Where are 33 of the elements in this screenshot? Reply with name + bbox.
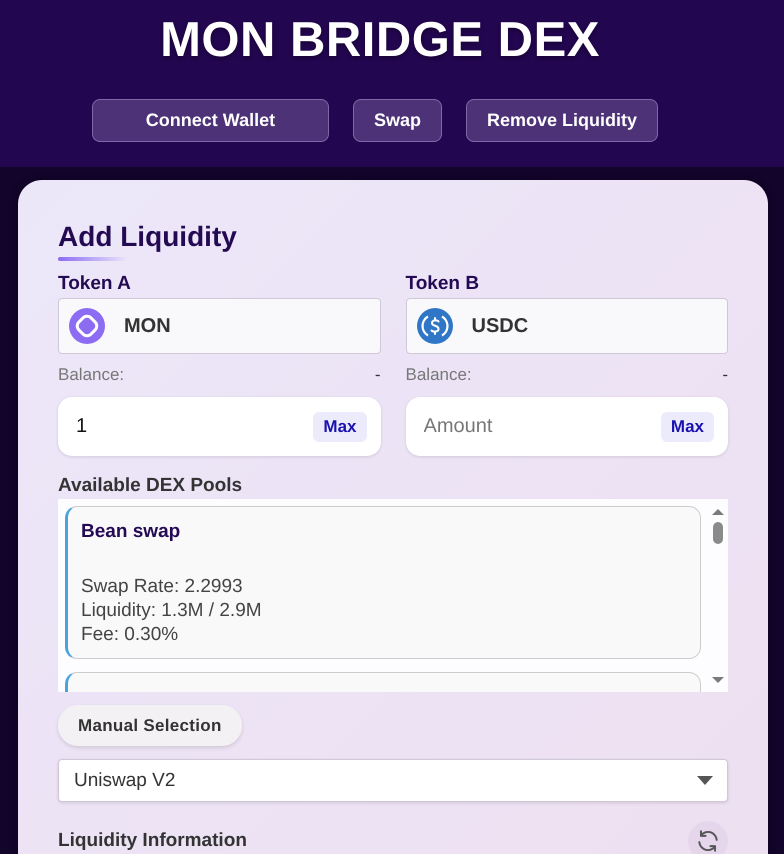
pool-name: Bean swap <box>81 521 182 543</box>
balance-value: - <box>722 365 728 385</box>
dollar-coin-icon <box>416 308 452 344</box>
pool-detail: Liquidity: 1.3M / 2.9M <box>81 599 263 623</box>
token-symbol: USDC <box>472 314 528 338</box>
balance-label: Balance: <box>406 365 472 385</box>
token-select[interactable]: USDC <box>406 298 728 354</box>
token-logo-icon <box>69 308 105 344</box>
pool-detail: Swap Rate: 2.2993 <box>81 575 244 599</box>
title-underline <box>58 257 128 261</box>
amount-field[interactable]: 1 Max <box>58 397 380 456</box>
refresh-button[interactable] <box>688 821 728 854</box>
nav-button[interactable]: Swap <box>352 99 442 142</box>
pool-card[interactable]: Bean swap Swap Rate: 2.2993 Liquidity: 1.3M / 2.9M Fee: 0.30% <box>65 506 701 659</box>
token-label: Token A <box>58 273 132 295</box>
token-select[interactable]: MON <box>58 298 380 354</box>
nav-button[interactable]: Remove Liquidity <box>466 99 658 142</box>
nav-button[interactable]: Connect Wallet <box>92 99 329 142</box>
token-label: Token B <box>406 273 480 295</box>
pools-heading: Available DEX Pools <box>58 475 244 497</box>
liquidity-info-heading: Liquidity Information <box>58 830 247 852</box>
token-symbol: MON <box>124 314 171 338</box>
balance-label: Balance: <box>58 365 124 385</box>
caret-icon <box>697 776 713 785</box>
max-button[interactable]: Max <box>313 412 366 442</box>
pool-detail: Fee: 0.30% <box>81 623 180 647</box>
dex-select[interactable]: Uniswap V2 <box>58 759 728 802</box>
manual-selection-button[interactable]: Manual Selection <box>58 705 242 746</box>
balance-value: - <box>374 365 380 385</box>
panel-title: Add Liquidity <box>58 220 238 254</box>
app-title: MON BRIDGE DEX <box>159 13 601 67</box>
amount-field[interactable]: Amount Max <box>406 397 728 456</box>
max-button[interactable]: Max <box>660 412 714 442</box>
